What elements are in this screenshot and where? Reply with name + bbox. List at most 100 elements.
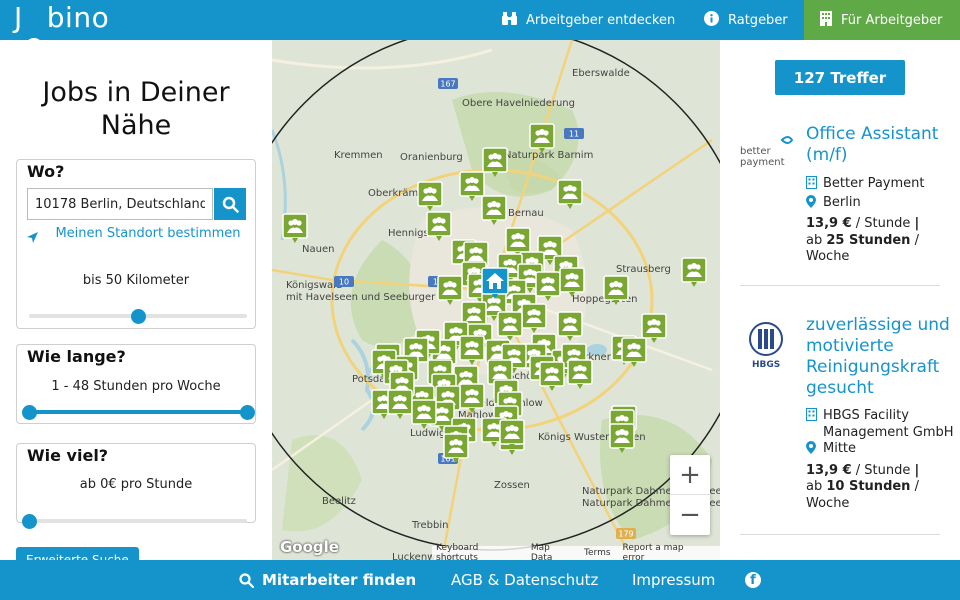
location-input[interactable] [27, 188, 213, 220]
job-marker[interactable] [387, 389, 413, 419]
road-shield: 167 [438, 78, 458, 89]
job-title-link[interactable]: zuverlässige und motivierte Reinigungskr… [806, 315, 956, 399]
job-marker[interactable] [621, 337, 647, 367]
results-count-badge[interactable]: 127 Treffer [775, 60, 905, 95]
page-title: Jobs in Deiner Nähe [42, 77, 230, 141]
keyboard-shortcuts-link[interactable]: Keyboard shortcuts [436, 543, 519, 560]
job-hours: 10 Stunden [826, 479, 911, 494]
job-marker[interactable] [557, 179, 583, 209]
job-marker[interactable] [681, 257, 707, 287]
facebook-icon[interactable]: f [745, 572, 761, 588]
radius-slider[interactable] [29, 308, 247, 324]
map-place-label: Eberswalde [572, 68, 630, 79]
nav-fuer-arbeitgeber[interactable]: Für Arbeitgeber [804, 0, 960, 40]
zoom-in-button[interactable]: + [670, 455, 710, 495]
zoom-control: + − [670, 455, 710, 535]
job-marker[interactable] [437, 275, 463, 305]
job-marker[interactable] [559, 267, 585, 297]
job-marker[interactable] [481, 195, 507, 225]
map-pin-icon [806, 441, 820, 460]
info-icon [704, 10, 719, 30]
job-wage-unit: / Stunde [855, 462, 911, 478]
job-company: HBGS Facility Management GmbH [823, 408, 954, 440]
hbgs-logo: HBGS [740, 321, 800, 370]
map-place-label: Strausberg [616, 264, 671, 275]
find-employees-label: Mitarbeiter finden [262, 571, 417, 589]
job-marker[interactable] [535, 271, 561, 301]
job-hours-prefix: ab [806, 479, 823, 494]
map-canvas[interactable]: Oranienburg Eberswalde Obere Havelniederun… [272, 40, 720, 560]
results-panel: 127 Treffer better payment Office Assist… [720, 40, 960, 560]
map-place-label: Naturpark Barnim [504, 150, 593, 161]
nav-ratgeber[interactable]: Ratgeber [704, 0, 788, 40]
map-place-label: Königswald [286, 280, 342, 291]
jobino-logo[interactable]: Jbino [14, 0, 109, 60]
zoom-out-button[interactable]: − [670, 495, 710, 535]
better-payment-logo: better payment [740, 130, 800, 174]
my-location-link[interactable]: Meinen Standort bestimmen [27, 226, 247, 248]
job-marker[interactable] [411, 399, 437, 429]
map-data-link[interactable]: Map Data [531, 543, 572, 560]
wage-slider[interactable] [21, 513, 247, 529]
nav-label: Für Arbeitgeber [841, 12, 943, 28]
job-wage: 13,9 € [806, 462, 852, 478]
radius-slider-handle[interactable] [130, 308, 146, 324]
job-meta: Better Payment Berlin 13,9 € / Stunde | … [806, 176, 956, 266]
imprint-link[interactable]: Impressum [632, 571, 715, 589]
where-filter: Wo? Meinen Standort bestimmen bis 50 Kil… [16, 159, 256, 329]
job-marker[interactable] [539, 361, 565, 391]
job-hours: 25 Stunden [826, 232, 911, 248]
job-separator: | [914, 462, 920, 478]
job-marker[interactable] [497, 311, 523, 341]
search-icon [239, 572, 254, 588]
map-place-label: mit Havelseen und Seeburger [286, 292, 436, 303]
report-error-link[interactable]: Report a map error [623, 543, 704, 560]
job-company: Better Payment [823, 176, 925, 191]
job-title-link[interactable]: Office Assistant (m/f) [806, 124, 956, 166]
location-search-button[interactable] [214, 188, 246, 220]
hours-slider[interactable] [21, 404, 255, 420]
job-marker[interactable] [567, 359, 593, 389]
job-marker[interactable] [417, 181, 443, 211]
hours-range-label: 1 - 48 Stunden pro Woche [51, 379, 221, 394]
job-marker[interactable] [521, 303, 547, 333]
find-employees-link[interactable]: Mitarbeiter finden [239, 571, 416, 589]
job-marker[interactable] [529, 123, 555, 153]
hours-slider-min-handle[interactable] [21, 404, 37, 420]
job-marker[interactable] [499, 419, 525, 449]
job-marker[interactable] [443, 433, 469, 463]
job-map[interactable]: Oranienburg Eberswalde Obere Havelniederun… [272, 40, 720, 560]
job-marker[interactable] [603, 275, 629, 305]
job-marker[interactable] [459, 335, 485, 365]
home-location-marker[interactable] [481, 267, 509, 299]
binoculars-icon [502, 11, 517, 29]
job-marker[interactable] [459, 383, 485, 413]
map-place-label: Bernau [508, 208, 544, 219]
job-meta: HBGS Facility Management GmbH Mitte 13,9… [806, 408, 956, 512]
road-shield: 10 [334, 276, 354, 287]
job-marker[interactable] [426, 211, 452, 241]
advanced-search-button[interactable]: Erweiterte Suche [16, 547, 139, 560]
google-logo: Google [280, 538, 339, 556]
privacy-link[interactable]: AGB & Datenschutz [451, 571, 598, 589]
map-place-label: Zossen [494, 480, 530, 491]
job-hours-prefix: ab [806, 232, 823, 248]
wage-slider-handle[interactable] [21, 513, 37, 529]
job-marker[interactable] [609, 423, 635, 453]
job-marker[interactable] [482, 147, 508, 177]
job-marker[interactable] [282, 213, 308, 243]
hours-slider-max-handle[interactable] [239, 404, 255, 420]
terms-link[interactable]: Terms [584, 548, 611, 558]
job-location: Mitte [823, 441, 857, 456]
job-marker[interactable] [557, 311, 583, 341]
radius-label: bis 50 Kilometer [82, 273, 190, 288]
job-marker[interactable] [459, 171, 485, 201]
result-divider [740, 285, 940, 286]
filter-panel: Jobs in Deiner Nähe Wo? Meinen Standort … [0, 40, 272, 560]
map-place-label: Oranienburg [400, 152, 463, 163]
svg-text:payment: payment [740, 157, 785, 168]
where-heading: Wo? [27, 162, 65, 181]
wage-heading: Wie viel? [27, 446, 109, 465]
nav-arbeitgeber-entdecken[interactable]: Arbeitgeber entdecken [502, 0, 675, 40]
nav-label: Ratgeber [728, 12, 788, 28]
